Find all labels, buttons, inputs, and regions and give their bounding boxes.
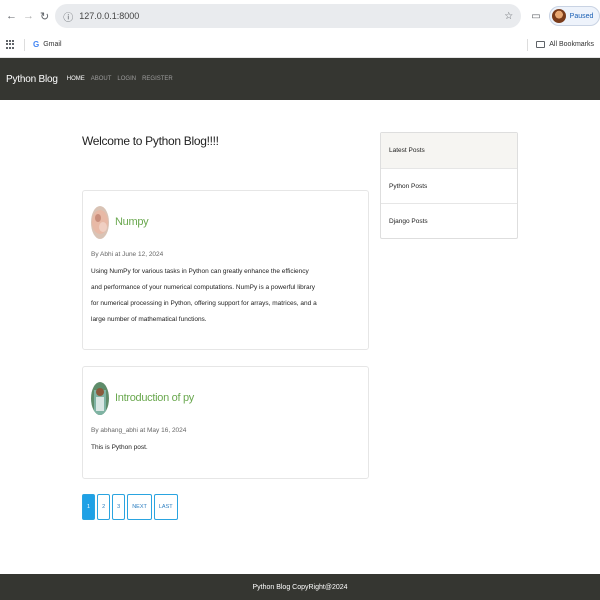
page-title: Welcome to Python Blog!!!! [82,134,219,148]
bookmarks-bar: G Gmail All Bookmarks [0,32,600,58]
google-icon: G [33,40,40,49]
star-icon[interactable]: ☆ [504,11,513,22]
site-navbar: Python Blog HOME ABOUT LOGIN REGISTER [0,58,600,100]
sidebar-header: Latest Posts [381,133,517,168]
sidebar-item-python-posts[interactable]: Python Posts [381,168,517,203]
extensions-icon[interactable]: ▭ [531,11,540,22]
page-1-button[interactable]: 1 [82,494,96,520]
post-body: Using NumPy for various tasks in Python … [91,268,317,323]
post-meta: By abhang_abhi at May 16, 2024 [91,427,187,434]
footer: Python Blog CopyRight@2024 [0,574,600,600]
nav-register[interactable]: REGISTER [142,76,173,82]
nav-about[interactable]: ABOUT [91,76,112,82]
folder-icon [536,41,546,48]
post-card: Numpy By Abhi at June 12, 2024 Using Num… [82,190,369,350]
address-bar[interactable]: ⓘ 127.0.0.1:8000 ☆ [55,4,522,28]
author-avatar [91,205,109,239]
page-2-button[interactable]: 2 [97,494,111,520]
post-body: This is Python post. [91,444,148,451]
sidebar-item-django-posts[interactable]: Django Posts [381,203,517,238]
forward-icon[interactable]: → [23,9,34,23]
site-info-icon[interactable]: ⓘ [63,9,73,24]
post-meta: By Abhi at June 12, 2024 [91,251,164,258]
all-bookmarks-link[interactable]: All Bookmarks [549,41,594,48]
divider [527,38,529,51]
nav-login[interactable]: LOGIN [117,76,136,82]
pagination: 1 2 3 NEXT LAST [82,494,178,520]
latest-posts-panel: Latest Posts Python Posts Django Posts [380,132,518,239]
browser-toolbar: ← → ↻ ⓘ 127.0.0.1:8000 ☆ ▭ Paused ⋮ [0,0,600,32]
author-avatar [91,381,109,415]
bookmark-gmail[interactable]: Gmail [43,41,61,48]
divider [24,38,25,51]
profile-label: Paused [569,12,594,20]
next-page-button[interactable]: NEXT [127,494,152,520]
brand-link[interactable]: Python Blog [6,74,58,85]
reload-icon[interactable]: ↻ [40,9,49,23]
profile-avatar [551,9,566,23]
apps-grid-icon[interactable] [6,39,16,50]
page-content: Welcome to Python Blog!!!! Numpy By Abhi… [0,100,600,574]
last-page-button[interactable]: LAST [153,494,178,520]
nav-home[interactable]: HOME [67,76,85,82]
footer-text: Python Blog CopyRight@2024 [252,583,348,591]
page-3-button[interactable]: 3 [112,494,126,520]
post-card: Introduction of py By abhang_abhi at May… [82,366,369,479]
profile-button[interactable]: Paused [548,6,600,26]
back-icon[interactable]: ← [6,9,17,23]
post-title-link[interactable]: Introduction of py [115,392,194,404]
url-text[interactable]: 127.0.0.1:8000 [79,11,498,21]
post-title-link[interactable]: Numpy [115,216,149,228]
